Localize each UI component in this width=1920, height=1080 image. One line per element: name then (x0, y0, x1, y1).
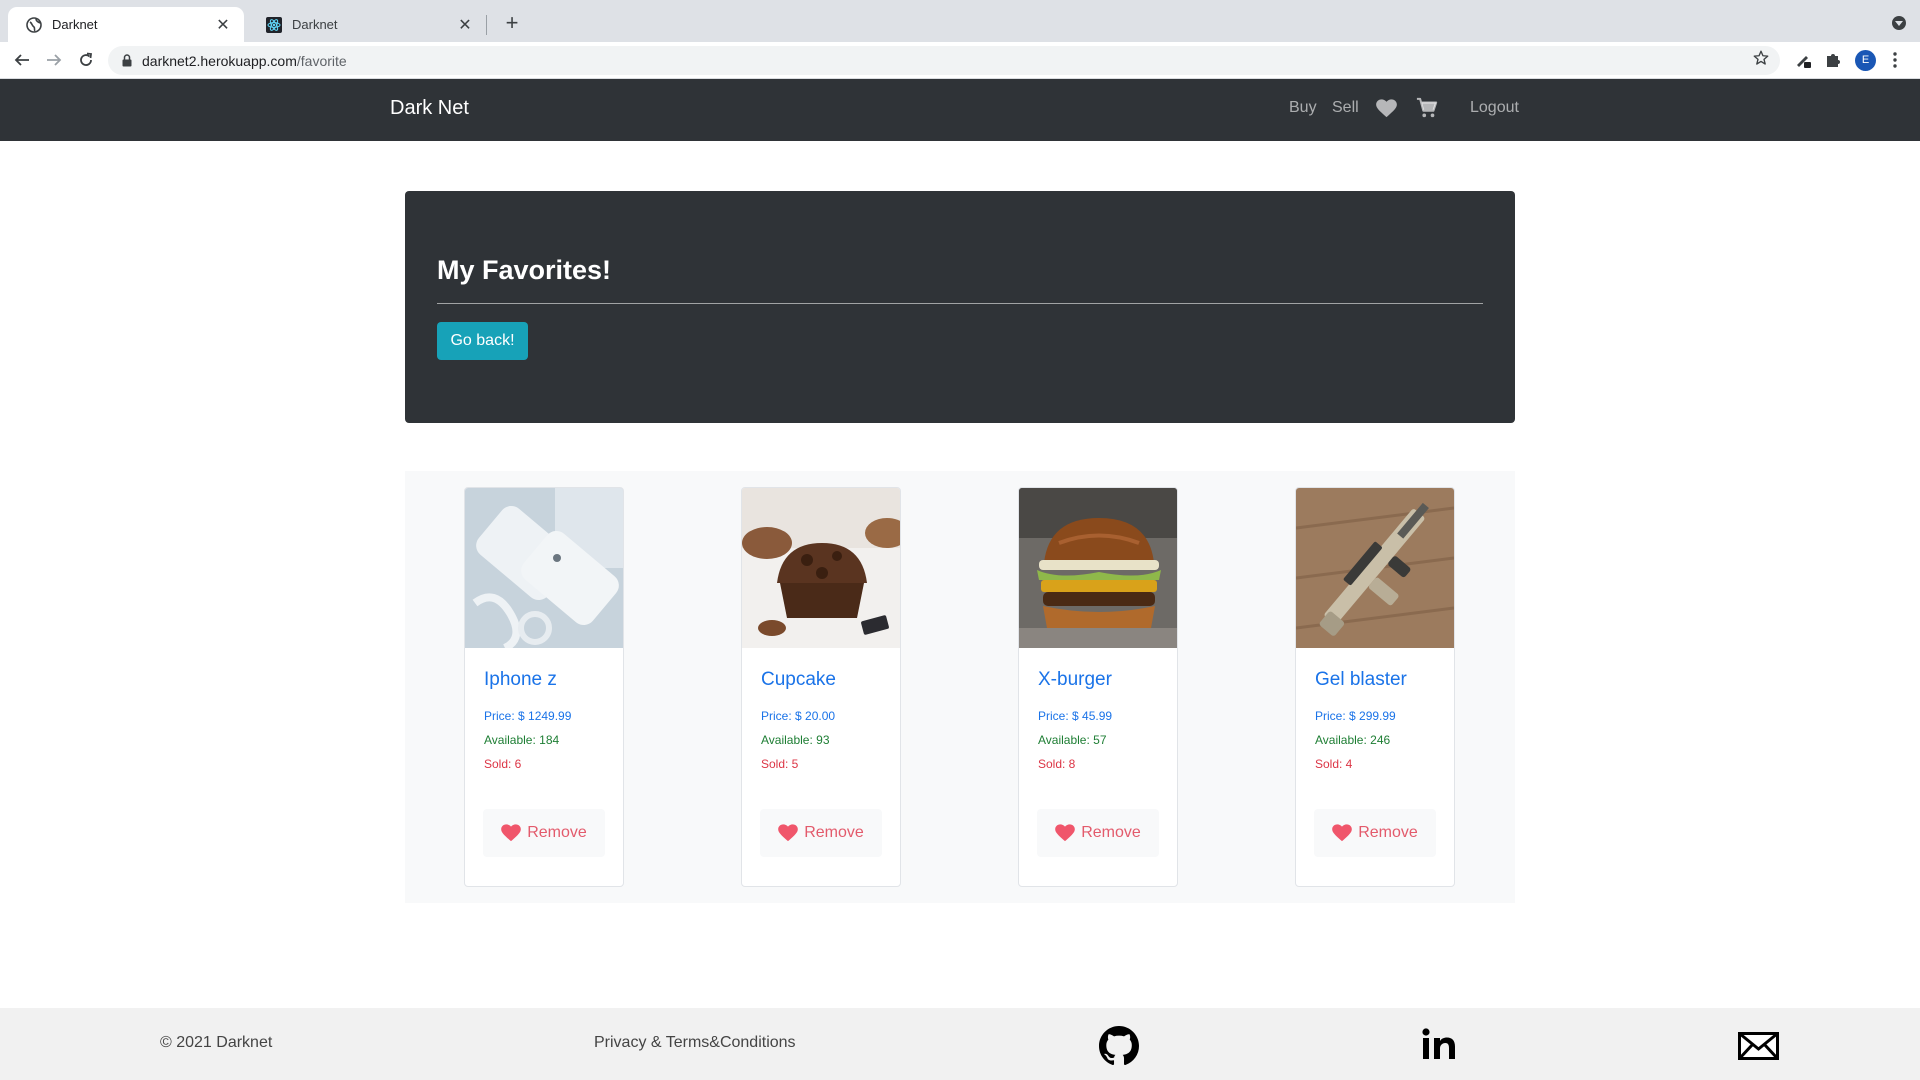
nav-sell-link[interactable]: Sell (1332, 99, 1359, 117)
product-card: X-burger Price: $ 45.99 Available: 57 So… (1018, 487, 1178, 887)
product-available: Available: 93 (761, 733, 830, 747)
lock-icon (122, 54, 132, 67)
brand-logo-text[interactable]: Dark Net (390, 97, 469, 120)
tab-search-icon[interactable] (1892, 16, 1906, 30)
product-sold: Sold: 8 (1038, 757, 1076, 771)
bookmark-star-icon[interactable] (1752, 49, 1770, 72)
reload-icon[interactable] (74, 48, 98, 72)
mail-icon[interactable] (1738, 1032, 1779, 1065)
product-price: Price: $ 1249.99 (484, 709, 572, 723)
remove-favorite-button[interactable]: Remove (1037, 809, 1159, 857)
tab-divider (486, 15, 487, 35)
site-footer: © 2021 Darknet Privacy & Terms&Condition… (0, 1008, 1920, 1080)
title-divider (437, 303, 1483, 304)
favorites-jumbotron: My Favorites! Go back! (405, 191, 1515, 423)
heart-icon (1332, 824, 1353, 842)
remove-label: Remove (527, 824, 587, 841)
product-price: Price: $ 45.99 (1038, 709, 1113, 723)
remove-favorite-button[interactable]: Remove (760, 809, 882, 857)
product-price: Price: $ 299.99 (1315, 709, 1396, 723)
product-image-cupcake[interactable] (742, 488, 900, 648)
product-card: Cupcake Price: $ 20.00 Available: 93 Sol… (741, 487, 901, 887)
globe-icon (26, 16, 42, 33)
browser-toolbar: darknet2.herokuapp.com/favorite E (0, 42, 1920, 79)
browser-menu-icon[interactable] (1893, 52, 1897, 73)
url-host: darknet2.herokuapp.com (142, 52, 297, 69)
copyright-text: © 2021 Darknet (160, 1034, 273, 1051)
profile-avatar[interactable]: E (1855, 50, 1876, 71)
tab-title: Darknet (292, 17, 338, 32)
tab-title: Darknet (52, 17, 98, 32)
nav-buy-link[interactable]: Buy (1289, 99, 1317, 117)
browser-tab-bar: Darknet ✕ Darknet ✕ + (0, 0, 1920, 42)
product-sold: Sold: 5 (761, 757, 799, 771)
favorites-list: Iphone z Price: $ 1249.99 Available: 184… (405, 471, 1515, 903)
heart-icon[interactable] (1376, 99, 1397, 123)
product-name[interactable]: Cupcake (761, 669, 836, 691)
close-tab-icon[interactable]: ✕ (214, 15, 232, 35)
browser-tab-inactive[interactable]: Darknet ✕ (248, 7, 486, 42)
extension-pen-icon[interactable] (1794, 51, 1812, 74)
browser-tab-active[interactable]: Darknet ✕ (8, 7, 244, 42)
product-card: Gel blaster Price: $ 299.99 Available: 2… (1295, 487, 1455, 887)
go-back-button[interactable]: Go back! (437, 322, 528, 360)
site-navbar: Dark Net Buy Sell Logout (0, 79, 1920, 141)
product-price: Price: $ 20.00 (761, 709, 836, 723)
product-available: Available: 184 (484, 733, 560, 747)
back-arrow-icon[interactable] (10, 48, 34, 72)
heart-icon (501, 824, 522, 842)
github-icon[interactable] (1099, 1026, 1139, 1071)
heart-icon (1055, 824, 1076, 842)
product-available: Available: 246 (1315, 733, 1391, 747)
privacy-terms-link[interactable]: Privacy & Terms&Conditions (594, 1034, 796, 1052)
product-sold: Sold: 4 (1315, 757, 1353, 771)
new-tab-button[interactable]: + (498, 10, 526, 38)
product-name[interactable]: Gel blaster (1315, 669, 1407, 691)
cart-icon[interactable] (1416, 97, 1438, 124)
remove-label: Remove (1358, 824, 1418, 841)
close-tab-icon[interactable]: ✕ (456, 15, 474, 35)
extensions-puzzle-icon[interactable] (1824, 51, 1842, 74)
linkedin-icon[interactable] (1422, 1028, 1456, 1065)
product-sold: Sold: 6 (484, 757, 522, 771)
product-image-gel-blaster[interactable] (1296, 488, 1454, 648)
heart-icon (778, 824, 799, 842)
product-image-iphone[interactable] (465, 488, 623, 652)
url-path: /favorite (296, 52, 347, 69)
nav-logout-link[interactable]: Logout (1470, 99, 1519, 117)
page-title: My Favorites! (437, 255, 612, 285)
remove-label: Remove (804, 824, 864, 841)
forward-arrow-icon[interactable] (42, 48, 66, 72)
product-name[interactable]: Iphone z (484, 669, 557, 691)
product-card: Iphone z Price: $ 1249.99 Available: 184… (464, 487, 624, 887)
remove-label: Remove (1081, 824, 1141, 841)
product-name[interactable]: X-burger (1038, 669, 1112, 691)
remove-favorite-button[interactable]: Remove (1314, 809, 1436, 857)
product-image-burger[interactable] (1019, 488, 1177, 648)
react-logo-icon (266, 16, 282, 33)
address-bar[interactable]: darknet2.herokuapp.com/favorite (108, 46, 1780, 75)
product-available: Available: 57 (1038, 733, 1107, 747)
remove-favorite-button[interactable]: Remove (483, 809, 605, 857)
